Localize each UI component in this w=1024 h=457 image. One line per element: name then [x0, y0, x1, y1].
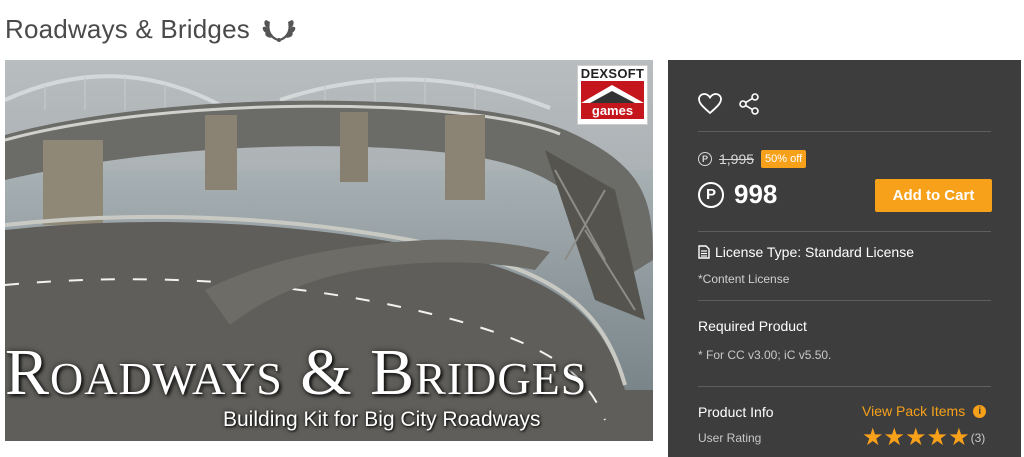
publisher-logo-tagline: games [581, 103, 644, 119]
divider [698, 131, 991, 132]
points-coin-icon: P [698, 152, 712, 166]
view-pack-items-label: View Pack Items [862, 403, 966, 419]
product-hero-image[interactable]: Roadways & Bridges Building Kit for Big … [5, 60, 653, 441]
star-icon: ★ [926, 424, 949, 451]
share-icon[interactable] [738, 93, 760, 115]
star-icon: ★ [905, 424, 927, 451]
divider [698, 300, 991, 301]
page-title: Roadways & Bridges [5, 14, 296, 45]
publisher-chevron-icon [581, 81, 644, 103]
star-icon: ★ [862, 424, 884, 451]
original-price: 1,995 [719, 151, 755, 167]
license-type: License Type: Standard License [698, 244, 914, 260]
current-price-row: P 998 [698, 179, 777, 210]
laurel-award-icon [262, 15, 296, 45]
divider [698, 386, 991, 387]
user-rating-stars: ★ ★ ★ ★ ★ (3) [862, 426, 985, 450]
current-price: 998 [734, 179, 778, 209]
required-product-note: * For CC v3.00; iC v5.50. [698, 348, 832, 362]
user-rating-label: User Rating [698, 431, 762, 445]
star-icon: ★ [883, 424, 906, 451]
view-pack-items-link[interactable]: View Pack Items i [862, 403, 987, 419]
star-icon: ★ [948, 424, 970, 451]
heart-icon[interactable] [698, 93, 722, 115]
document-icon [698, 245, 710, 259]
publisher-logo-name: DEXSOFT [580, 66, 645, 81]
license-type-label: License Type: Standard License [715, 244, 914, 260]
required-product-heading: Required Product [698, 318, 807, 334]
original-price-row: P 1,995 50% off [698, 150, 807, 168]
action-icons [698, 93, 760, 115]
info-icon: i [973, 404, 987, 418]
discount-badge: 50% off [761, 150, 807, 168]
page-title-text: Roadways & Bridges [5, 14, 250, 44]
hero-title: Roadways & Bridges [5, 336, 588, 409]
license-subtext: *Content License [698, 272, 790, 286]
rating-count[interactable]: (3) [971, 431, 986, 445]
divider [698, 231, 991, 232]
add-to-cart-button[interactable]: Add to Cart [875, 179, 992, 212]
publisher-logo: DEXSOFT games [577, 65, 648, 125]
product-info-heading: Product Info [698, 404, 774, 420]
points-coin-icon-large: P [698, 181, 724, 208]
hero-subtitle: Building Kit for Big City Roadways [223, 408, 541, 431]
purchase-panel: P 1,995 50% off P 998 Add to Cart Licens… [668, 60, 1021, 457]
